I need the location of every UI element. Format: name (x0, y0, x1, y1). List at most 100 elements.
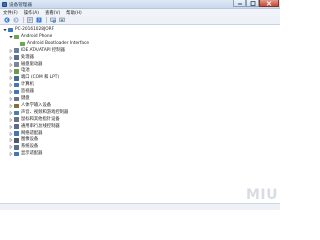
expand-toggle[interactable] (9, 75, 13, 81)
expand-toggle[interactable] (9, 124, 13, 130)
tree-node-computer[interactable]: 计算机 (9, 82, 34, 88)
back-arrow-icon (3, 17, 10, 23)
tree-node-system[interactable]: 系统设备 (9, 144, 38, 150)
tree-root[interactable]: PC-20161028JORF (3, 27, 54, 33)
maximize-icon (250, 0, 255, 6)
tree-node-label: 人体学输入设备 (21, 102, 52, 108)
tree-node-battery[interactable]: 电池 (9, 68, 30, 74)
collapsed-arrow-icon (9, 117, 13, 122)
forward-arrow-icon (12, 17, 19, 23)
expand-toggle[interactable] (9, 48, 13, 54)
scan-hardware-icon (49, 17, 56, 23)
minimize-button[interactable] (233, 0, 246, 7)
device-manager-icon (2, 1, 7, 7)
tree-node-camera[interactable]: 图像设备 (9, 137, 38, 143)
expand-toggle[interactable] (9, 89, 13, 95)
port-icon (14, 76, 19, 81)
sound-icon (14, 110, 19, 116)
menu-bar: 文件(F) 操作(A) 查看(V) 帮助(H) (0, 9, 280, 16)
scan-hardware-button[interactable] (49, 17, 56, 24)
collapsed-arrow-icon (9, 110, 13, 115)
menu-view[interactable]: 查看(V) (45, 10, 60, 16)
expand-toggle[interactable] (9, 55, 13, 61)
expand-toggle[interactable] (9, 96, 13, 102)
properties-button[interactable] (26, 17, 33, 24)
tree-node-label: Android Bootloader Interface (27, 40, 90, 46)
tree-node-label: 鼠标和其他指针设备 (21, 116, 60, 122)
expand-toggle[interactable] (9, 103, 13, 109)
display-adapter-icon (14, 151, 19, 157)
tree-node-monitor[interactable]: 监视器 (9, 89, 34, 95)
menu-action[interactable]: 操作(A) (24, 10, 39, 16)
collapsed-arrow-icon (9, 152, 13, 157)
menu-help[interactable]: 帮助(H) (66, 10, 82, 16)
tree-node-controller[interactable]: IDE ATA/ATAPI 控制器 (9, 48, 65, 54)
maximize-button[interactable] (246, 0, 259, 7)
tree-node-display-adapter[interactable]: 显示适配器 (9, 151, 42, 157)
expand-toggle[interactable] (9, 82, 13, 88)
tree-node-label: 监视器 (21, 89, 34, 95)
toolbar-separator (23, 17, 24, 23)
expand-toggle[interactable] (9, 68, 13, 74)
tree-node-label: 通用串行总线控制器 (21, 123, 60, 129)
camera-icon (14, 138, 19, 143)
toolbar-separator (46, 17, 47, 23)
collapse-toggle[interactable] (9, 34, 13, 40)
help-icon: ? (36, 17, 41, 23)
tree-node-label: 电池 (21, 68, 30, 74)
tree-node-label: 系统设备 (21, 144, 39, 150)
collapsed-arrow-icon (9, 83, 13, 88)
tree-node-label: 显示适配器 (21, 151, 43, 157)
controller-icon (14, 48, 19, 53)
update-driver-icon (58, 17, 65, 22)
tree-node-mouse[interactable]: 鼠标和其他指针设备 (9, 117, 60, 123)
help-button[interactable]: ? (35, 17, 42, 24)
tree-node-processor[interactable]: 处理器 (9, 55, 34, 61)
tree-node-label: 网络适配器 (21, 130, 43, 136)
tree-node-label: 键盘 (21, 96, 30, 101)
tree-node-network[interactable]: 网络适配器 (9, 131, 42, 137)
expand-toggle[interactable] (9, 131, 13, 137)
keyboard-icon (14, 96, 19, 102)
close-button[interactable] (259, 0, 279, 7)
title-bar[interactable]: 设备管理器 (0, 0, 280, 9)
tree-node-label: Android Phone (21, 33, 53, 39)
no-toggle (15, 41, 19, 47)
tree-node-phone[interactable]: Android Phone (9, 34, 52, 40)
tree-node-keyboard[interactable]: 键盘 (9, 96, 30, 102)
tree-node-usb[interactable]: 通用串行总线控制器 (9, 124, 60, 130)
expand-toggle[interactable] (9, 117, 13, 123)
computer-icon (14, 82, 19, 88)
menu-file[interactable]: 文件(F) (3, 10, 18, 16)
back-button[interactable] (3, 17, 10, 24)
expand-toggle[interactable] (9, 110, 13, 116)
mouse-icon (14, 117, 19, 122)
tree-node-hid[interactable]: 人体学输入设备 (9, 103, 51, 109)
expand-toggle[interactable] (9, 144, 13, 150)
expanded-arrow-icon (3, 29, 7, 32)
tree-node-sound[interactable]: 声音、视频和游戏控制器 (9, 110, 68, 116)
collapsed-arrow-icon (9, 138, 13, 143)
collapsed-arrow-icon (9, 62, 13, 67)
collapsed-arrow-icon (9, 90, 13, 95)
tree-node-label: 处理器 (21, 54, 34, 60)
expand-toggle[interactable] (9, 151, 13, 157)
tree-node-disk[interactable]: 磁盘驱动器 (9, 62, 42, 68)
forward-button[interactable] (12, 17, 19, 24)
collapsed-arrow-icon (9, 97, 13, 101)
network-icon (14, 131, 19, 136)
expand-toggle[interactable] (9, 62, 13, 68)
battery-icon (14, 69, 19, 74)
watermark: MIU (245, 187, 278, 203)
update-driver-button[interactable] (58, 17, 65, 24)
tree-node-label: 计算机 (21, 82, 34, 88)
collapse-toggle[interactable] (3, 27, 7, 33)
disk-icon (14, 62, 19, 67)
collapsed-arrow-icon (9, 131, 13, 136)
expand-toggle[interactable] (9, 137, 13, 143)
tree-node-port[interactable]: 端口 (COM 和 LPT) (9, 75, 59, 81)
device-tree[interactable]: PC-20161028JORF Android Phone Android Boo… (0, 26, 280, 206)
hid-icon (14, 103, 19, 109)
tree-node-phone[interactable]: Android Bootloader Interface (15, 41, 89, 47)
close-icon (266, 0, 272, 6)
